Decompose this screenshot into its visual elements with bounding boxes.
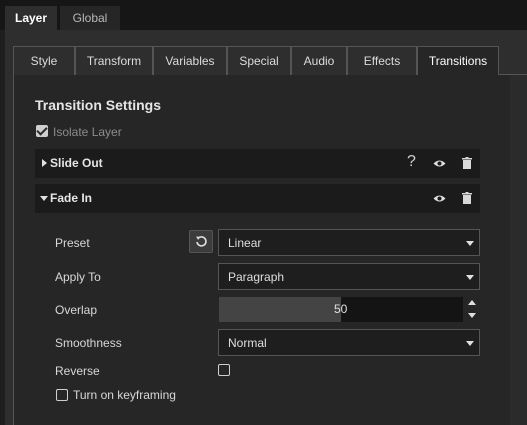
accordion-slide-out[interactable]: Slide Out ? — [35, 149, 480, 178]
question-icon[interactable]: ? — [407, 153, 416, 171]
scrollbar[interactable] — [510, 75, 527, 425]
overlap-slider-fill — [219, 297, 341, 322]
keyframing-checkbox[interactable] — [56, 389, 68, 401]
keyframing-label: Turn on keyframing — [73, 388, 176, 402]
eye-icon[interactable] — [433, 159, 446, 168]
reverse-label: Reverse — [55, 364, 100, 378]
overlap-spinner[interactable] — [466, 297, 478, 322]
overlap-label: Overlap — [55, 303, 98, 317]
accordion-fade-in[interactable]: Fade In — [35, 184, 480, 213]
apply-to-select[interactable]: Paragraph — [218, 263, 480, 290]
overlap-slider[interactable]: 50 — [219, 297, 463, 322]
chevron-down-icon — [466, 241, 474, 246]
tab-layer[interactable]: Layer — [5, 6, 57, 30]
tab-global[interactable]: Global — [60, 6, 120, 30]
tab-variables[interactable]: Variables — [153, 46, 227, 75]
apply-to-label: Apply To — [55, 270, 101, 284]
eye-icon[interactable] — [433, 194, 446, 203]
sub-tab-bar: Style Transform Variables Special Audio … — [13, 46, 527, 76]
isolate-layer-checkbox[interactable] — [36, 125, 48, 137]
chevron-down-icon — [40, 196, 48, 201]
tab-effects[interactable]: Effects — [347, 46, 417, 75]
chevron-right-icon — [42, 159, 47, 167]
chevron-down-icon — [466, 275, 474, 280]
isolate-layer-label: Isolate Layer — [53, 125, 122, 139]
preset-reset-button[interactable] — [189, 230, 213, 253]
overlap-value: 50 — [334, 302, 348, 316]
spin-down-icon[interactable] — [468, 313, 476, 318]
smoothness-label: Smoothness — [55, 336, 122, 350]
spin-up-icon[interactable] — [468, 300, 476, 305]
apply-to-value: Paragraph — [228, 270, 285, 284]
reverse-checkbox[interactable] — [218, 364, 230, 376]
trash-icon[interactable] — [462, 192, 472, 204]
tab-special[interactable]: Special — [227, 46, 291, 75]
accordion-title: Slide Out — [50, 156, 103, 170]
tab-style[interactable]: Style — [13, 46, 75, 75]
preset-select[interactable]: Linear — [218, 229, 480, 256]
preset-label: Preset — [55, 236, 90, 250]
trash-icon[interactable] — [462, 157, 472, 169]
tab-transform[interactable]: Transform — [75, 46, 153, 75]
accordion-title: Fade In — [50, 191, 93, 205]
preset-value: Linear — [228, 236, 262, 250]
reset-icon — [196, 236, 207, 247]
section-title: Transition Settings — [35, 97, 162, 113]
tab-transitions[interactable]: Transitions — [417, 46, 499, 76]
top-tab-bar: Layer Global — [0, 0, 527, 30]
tab-audio[interactable]: Audio — [291, 46, 347, 75]
chevron-down-icon — [466, 341, 474, 346]
smoothness-value: Normal — [228, 336, 267, 350]
smoothness-select[interactable]: Normal — [218, 329, 480, 356]
